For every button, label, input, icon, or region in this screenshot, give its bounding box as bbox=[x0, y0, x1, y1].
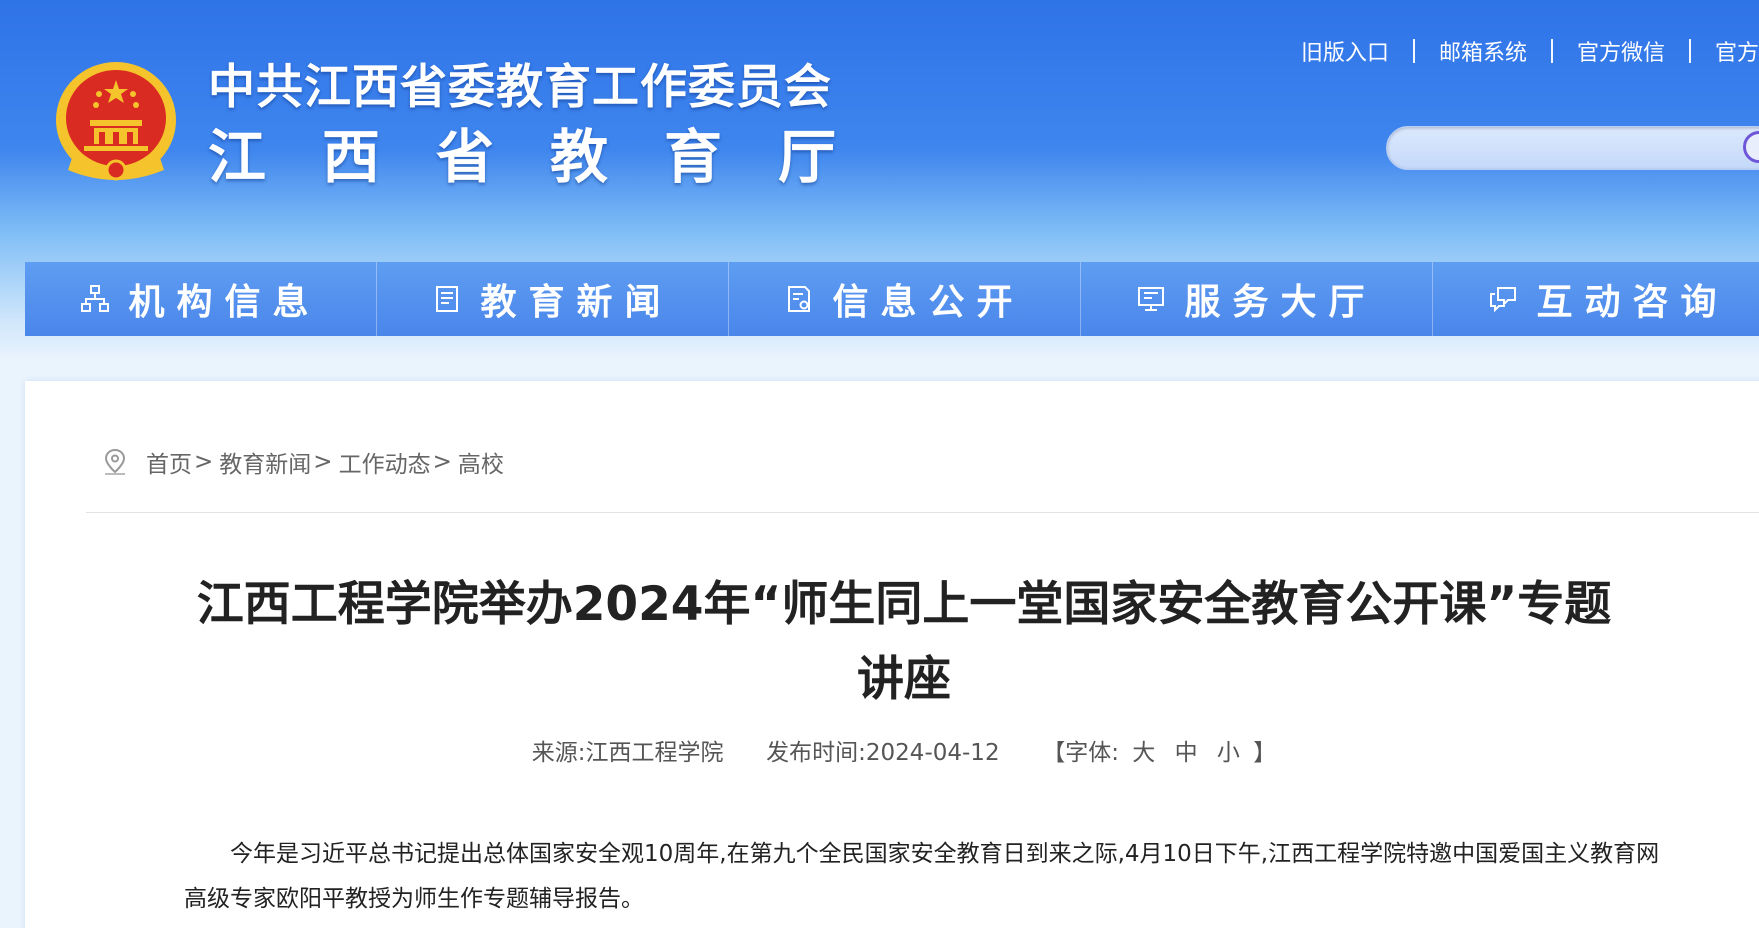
nav-item-label: 服务大厅 bbox=[1184, 282, 1377, 323]
nav-item-education-news[interactable]: 教育新闻 bbox=[377, 262, 729, 336]
top-link-divider bbox=[1688, 39, 1691, 63]
nav-item-service-hall[interactable]: 服务大厅 bbox=[1081, 262, 1433, 336]
top-link-divider bbox=[1412, 39, 1415, 63]
org-chart-icon bbox=[81, 285, 110, 312]
site-title-line2: 江西省教育厅 bbox=[208, 123, 893, 191]
font-size-large-button[interactable]: 大 bbox=[1132, 733, 1155, 767]
top-links: 旧版入口 邮箱系统 官方微信 官方 bbox=[1301, 34, 1759, 68]
search-box bbox=[1386, 126, 1759, 171]
date-label: 发布时间: bbox=[766, 740, 866, 766]
nav-item-info-disclosure[interactable]: 信息公开 bbox=[729, 262, 1081, 336]
page: 中共江西省委教育工作委员会 江西省教育厅 旧版入口 邮箱系统 官方微信 官方 机… bbox=[0, 0, 1759, 928]
top-link-mail-system[interactable]: 邮箱系统 bbox=[1439, 35, 1527, 67]
font-size-suffix: 】 bbox=[1253, 740, 1277, 766]
source-value: 江西工程学院 bbox=[585, 740, 724, 766]
chat-bubbles-icon bbox=[1490, 287, 1517, 313]
nav-item-label: 机构信息 bbox=[128, 282, 321, 323]
search-input[interactable] bbox=[1409, 127, 1733, 171]
breadcrumb: 首页 > 教育新闻 > 工作动态 > 高校 bbox=[102, 445, 504, 479]
font-size-medium-button[interactable]: 中 bbox=[1175, 733, 1198, 767]
article-title: 江西工程学院举办2024年“师生同上一堂国家安全教育公开课”专题讲座 bbox=[196, 577, 1612, 707]
date-value: 2024-04-12 bbox=[865, 740, 1000, 766]
article-body-paragraph: 今年是习近平总书记提出总体国家安全观10周年,在第九个全民国家安全教育日到来之际… bbox=[184, 841, 1660, 912]
breadcrumb-separator: > bbox=[432, 449, 452, 475]
main-nav: 机构信息 教育新闻 信息公开 服务大厅 互动咨询 bbox=[25, 262, 1759, 336]
news-document-icon bbox=[436, 286, 459, 312]
search-icon[interactable] bbox=[1743, 131, 1759, 163]
breadcrumb-home[interactable]: 首页 bbox=[146, 445, 192, 479]
site-title: 中共江西省委教育工作委员会 江西省教育厅 bbox=[208, 56, 892, 192]
article-panel: 首页 > 教育新闻 > 工作动态 > 高校 江西工程学院举办2024年“师生同上… bbox=[25, 381, 1759, 928]
top-link-divider bbox=[1550, 39, 1553, 63]
breadcrumb-separator: > bbox=[194, 449, 214, 475]
national-emblem-icon bbox=[56, 62, 176, 181]
source-label: 来源: bbox=[531, 740, 586, 766]
site-header: 中共江西省委教育工作委员会 江西省教育厅 旧版入口 邮箱系统 官方微信 官方 bbox=[0, 0, 1759, 262]
font-size-small-button[interactable]: 小 bbox=[1217, 733, 1240, 767]
public-document-icon bbox=[788, 286, 811, 312]
nav-item-label: 信息公开 bbox=[832, 282, 1025, 323]
monitor-icon bbox=[1138, 287, 1165, 311]
top-link-official-wechat[interactable]: 官方微信 bbox=[1577, 35, 1665, 67]
top-link-old-version[interactable]: 旧版入口 bbox=[1301, 35, 1389, 67]
nav-item-interactive-consult[interactable]: 互动咨询 bbox=[1433, 262, 1759, 336]
nav-item-label: 互动咨询 bbox=[1536, 282, 1729, 323]
breadcrumb-divider bbox=[86, 512, 1759, 513]
article-meta: 来源:江西工程学院 发布时间:2024-04-12 【字体: 大 中 小 】 bbox=[175, 733, 1633, 767]
location-pin-icon bbox=[104, 448, 126, 475]
breadcrumb-separator: > bbox=[313, 449, 333, 475]
breadcrumb-education-news[interactable]: 教育新闻 bbox=[219, 445, 311, 479]
breadcrumb-universities[interactable]: 高校 bbox=[458, 445, 504, 479]
top-link-official-more[interactable]: 官方 bbox=[1715, 35, 1759, 67]
nav-item-label: 教育新闻 bbox=[480, 282, 673, 323]
breadcrumb-work-updates[interactable]: 工作动态 bbox=[339, 445, 431, 479]
site-title-line1: 中共江西省委教育工作委员会 bbox=[208, 60, 832, 115]
font-size-prefix: 【字体: bbox=[1042, 740, 1119, 766]
nav-item-org-info[interactable]: 机构信息 bbox=[25, 262, 377, 336]
